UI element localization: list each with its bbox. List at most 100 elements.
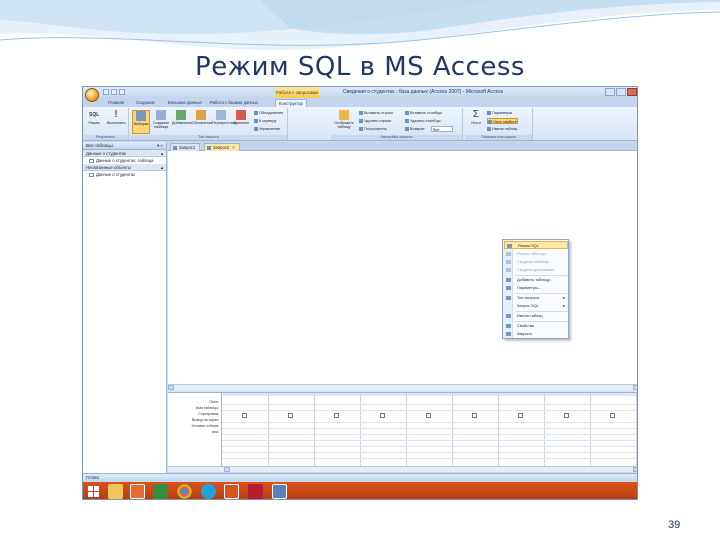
window-icon[interactable] [272,484,287,499]
windows-taskbar [83,482,637,499]
make-table-button[interactable]: Создание таблицы [152,110,170,134]
access-screenshot: Работа с запросами Сведения о студентах … [82,86,638,500]
append-button[interactable]: Добавление [172,110,192,134]
maximize-button[interactable] [616,88,626,96]
submenu-arrow-icon: ▸ [563,295,565,300]
nav-group-unrelated[interactable]: Несвязанные объекты ▴ [83,164,166,171]
quick-access-toolbar [103,89,125,95]
pivot-chart-icon [506,268,511,272]
navigation-pane: Все таблицы ▾ « Данные о студентах ▴ Дан… [83,142,167,473]
show-checkbox[interactable] [380,413,385,418]
nav-group-students[interactable]: Данные о студентах ▴ [83,150,166,157]
scroll-left-icon[interactable] [224,467,230,472]
menu-item-properties[interactable]: Свойства [504,322,568,330]
builder-button[interactable]: Построитель [359,126,387,132]
show-checkbox[interactable] [518,413,523,418]
menu-item-datasheet-view[interactable]: Режим таблицы [504,250,568,258]
crosstab-button[interactable]: Перекрестный [212,110,236,134]
scroll-right-icon[interactable] [633,467,637,472]
show-table-button[interactable]: Отобразить таблицу [333,110,355,134]
show-table-icon [506,278,511,282]
data-definition-button[interactable]: Управление [254,126,280,132]
redo-icon[interactable] [119,89,125,95]
table-icon [89,158,94,163]
menu-item-pivot-chart[interactable]: Сводная диаграмма [504,266,568,274]
pivot-table-icon [506,260,511,264]
start-icon[interactable] [86,484,101,499]
tab-design[interactable]: Конструктор [275,99,307,107]
union-icon [254,111,258,115]
run-button[interactable]: ! Выполнить [107,110,125,134]
tab-create[interactable]: Создание [133,99,158,107]
menu-item-query-type[interactable]: Тип запроса ▸ [504,294,568,302]
close-button[interactable] [627,88,637,96]
show-checkbox[interactable] [334,413,339,418]
crosstab-icon [216,110,226,120]
delete-rows-icon [359,119,363,123]
menu-item-sql-specific[interactable]: Запрос SQL ▸ [504,302,568,310]
nav-item-students-table[interactable]: Данные о студентах: таблица [83,157,166,164]
menu-item-parameters[interactable]: Параметры... [504,284,568,292]
update-button[interactable]: Обновление [192,110,213,134]
collapse-icon[interactable]: ▴ [161,150,163,157]
pass-through-button[interactable]: К серверу [254,118,276,124]
chevron-down-icon[interactable]: ▾ « [157,142,163,150]
menu-item-show-table[interactable]: Добавить таблицу... [504,276,568,284]
union-button[interactable]: Объединение [254,110,283,116]
show-checkbox[interactable] [288,413,293,418]
submenu-arrow-icon: ▸ [563,303,565,308]
insert-rows-button[interactable]: Вставить строки [359,110,393,116]
close-tab-icon[interactable]: × [232,145,234,150]
access-icon[interactable] [248,484,263,499]
skype-icon[interactable] [201,484,216,499]
tab-home[interactable]: Главная [105,99,127,107]
menu-item-sql-view[interactable]: Режим SQL [504,241,568,249]
app-icon[interactable] [153,484,168,499]
tool-icon[interactable] [224,484,239,499]
delete-button[interactable]: Удаление [232,110,250,134]
delete-columns-icon [405,119,409,123]
insert-columns-button[interactable]: Вставить столбцы [405,110,442,116]
nav-pane-header[interactable]: Все таблицы ▾ « [83,142,166,150]
append-icon [176,110,186,120]
collapse-icon[interactable]: ▴ [161,164,163,171]
select-query-button[interactable]: Выборка [132,110,150,134]
property-sheet-button[interactable]: Окно свойств [487,118,518,124]
grid-horizontal-scrollbar[interactable] [168,466,637,472]
save-icon[interactable] [103,89,109,95]
tab-database-tools[interactable]: Работа с базами данных [207,99,261,107]
menu-item-table-names[interactable]: Имена таблиц [504,312,568,320]
office-button[interactable] [85,88,99,102]
show-checkbox[interactable] [426,413,431,418]
show-checkbox[interactable] [472,413,477,418]
nav-item-students[interactable]: Данные о студентах [83,171,166,178]
media-icon[interactable] [130,484,145,499]
show-checkbox[interactable] [242,413,247,418]
window-title-bar: Работа с запросами Сведения о студентах … [83,87,637,98]
totals-button[interactable]: Σ Итоги [467,110,485,134]
properties-icon [506,324,511,328]
minimize-button[interactable] [605,88,615,96]
tab-query2[interactable]: Запрос2 × [204,143,240,151]
explorer-icon[interactable] [108,484,123,499]
window-controls [605,88,637,96]
delete-rows-button[interactable]: Удалить строки [359,118,391,124]
tab-query1[interactable]: Запрос1 [170,143,201,151]
return-dropdown[interactable]: Все [431,126,453,132]
show-checkbox[interactable] [610,413,615,418]
view-button[interactable]: SQL Режим [85,110,103,134]
ribbon: SQL Режим ! Выполнить Результаты Выборка… [83,107,637,141]
group-query-type: Выборка Создание таблицы Добавление Обно… [130,108,288,140]
chrome-icon[interactable] [177,484,192,499]
menu-item-pivot-table[interactable]: Сводная таблица [504,258,568,266]
tab-external-data[interactable]: Внешние данные [165,99,205,107]
show-checkbox[interactable] [564,413,569,418]
parameters-button[interactable]: Параметры [487,110,512,116]
parameters-icon [506,286,511,290]
menu-item-close[interactable]: Закрыть [504,330,568,338]
sql-icon: SQL [89,112,100,118]
delete-columns-button[interactable]: Удалить столбцы [405,118,440,124]
table-names-button[interactable]: Имена таблиц [487,126,517,132]
show-table-icon [339,110,349,120]
undo-icon[interactable] [111,89,117,95]
